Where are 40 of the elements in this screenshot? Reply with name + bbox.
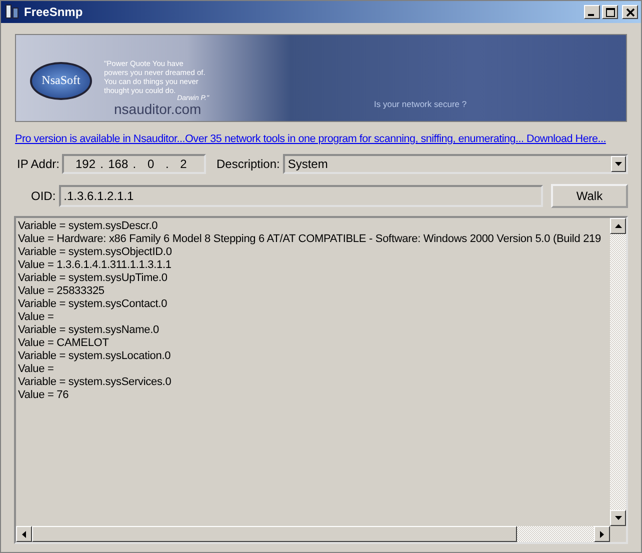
oid-label: OID: — [31, 189, 56, 203]
output-line: Variable = system.sysContact.0 — [18, 298, 168, 311]
output-line: Value = — [18, 363, 55, 376]
output-line: Value = 25833325 — [18, 285, 106, 298]
output-line: Value = 76 — [18, 389, 70, 402]
output-line: Value = Hardware: x86 Family 6 Model 8 Stepping 6 AT/AT COMPATIBLE - Software: Windows 2000 Version 5.0 (Build 219 — [18, 233, 602, 246]
maximize-button[interactable] — [602, 5, 618, 19]
scroll-up-icon — [614, 224, 622, 228]
output-line: Variable = system.sysName.0 — [18, 324, 160, 337]
output-line: Variable = system.sysObjectID.0 — [18, 246, 173, 259]
horizontal-scrollbar[interactable] — [16, 526, 626, 542]
scroll-right-icon — [600, 530, 604, 538]
site-name: nsauditor.com — [114, 101, 202, 117]
walk-button[interactable]: Walk — [551, 184, 628, 208]
oid-field[interactable]: .1.3.6.1.2.1.1 — [58, 185, 543, 207]
output-line: Variable = system.sysDescr.0 — [18, 220, 159, 233]
dropdown-arrow-icon — [615, 162, 622, 166]
output-line: Variable = system.sysServices.0 — [18, 376, 172, 389]
description-label: Description: — [216, 157, 280, 171]
maximize-icon — [606, 8, 614, 16]
scroll-left-icon — [22, 530, 26, 538]
ip-address-field[interactable]: 192 . 168 . 0 . 2 — [62, 154, 206, 174]
output-line: Value = CAMELOT — [18, 337, 110, 350]
output-line: Variable = system.sysUpTime.0 — [18, 272, 168, 285]
scrollbar-corner — [610, 526, 626, 542]
logo: NsaSoft — [30, 62, 92, 100]
vertical-scrollbar[interactable] — [610, 218, 626, 526]
output-line: Value = — [18, 311, 55, 324]
output-line: Value = 1.3.6.1.4.1.311.1.1.3.1.1 — [18, 259, 172, 272]
close-button[interactable] — [622, 5, 638, 19]
description-dropdown[interactable]: System — [282, 154, 628, 174]
app-icon — [4, 4, 20, 20]
ip-label: IP Addr: — [17, 157, 60, 171]
window-title: FreeSnmp — [24, 5, 84, 19]
scroll-down-icon — [614, 516, 622, 520]
promo-link[interactable]: Pro version is available in Nsauditor...Over 35 network tools in one program for scanning, sniffing, enumerating... Download Here... — [15, 132, 606, 146]
minimize-button[interactable] — [584, 5, 600, 19]
tagline: Is your network secure ? — [374, 99, 467, 109]
output-line: Variable = system.sysLocation.0 — [18, 350, 172, 363]
close-icon — [626, 8, 634, 16]
